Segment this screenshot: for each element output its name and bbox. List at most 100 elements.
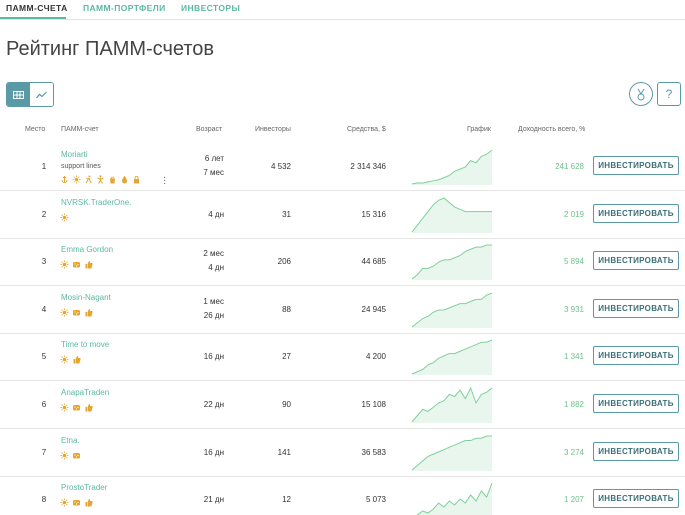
funds-amount: 44 685 [361,257,386,267]
account-age: 16 дн [180,350,224,364]
performance-sparkline[interactable] [411,148,493,186]
drop-icon [122,175,127,184]
investors-count: 4 532 [270,162,291,171]
tab-investors[interactable]: Инвесторы [181,3,240,13]
account-name-link[interactable]: Etna. [61,436,80,445]
table-row[interactable]: 4 Mosin-Nagant 1 мес 26 дн 88 24 945 3 931 ИНВЕ… [0,286,685,334]
invest-button[interactable]: ИНВЕСТИРОВАТЬ [593,489,679,509]
invest-button[interactable]: ИНВЕСТИРОВАТЬ [593,203,679,223]
cookie-icon [73,309,80,316]
cookie-icon [73,405,80,411]
medal-icon [637,88,645,100]
age-value: 21 дн [203,495,224,505]
invest-button[interactable]: ИНВЕСТИРОВАТЬ [593,298,679,318]
bag-icon [110,176,115,184]
invest-button[interactable]: ИНВЕСТИРОВАТЬ [593,394,679,413]
achievement-icons [60,213,69,222]
table-row[interactable]: 5 Time to move 16 дн 27 4 200 1 341 ИНВЕСТИРОВ… [0,333,685,382]
rank: 6 [41,400,47,409]
sparkline-area [412,388,492,423]
funds-amount: 24 945 [361,304,386,314]
invest-button[interactable]: ИНВЕСТИРОВАТЬ [593,251,679,271]
column-header-account: ПАММ-счет [61,126,99,133]
sun-icon [72,175,81,184]
rank: 2 [41,209,47,219]
cookie-icon [73,262,80,268]
help-button[interactable]: ? [657,82,681,106]
performance-sparkline[interactable] [411,434,493,472]
achievement-icons [60,175,141,184]
account-age: 16 дн [180,446,224,460]
funds-amount: 5 073 [365,495,386,505]
table-row[interactable]: 1 Moriarti support lines · · · 6 лет 7 мес 4 532… [0,143,685,191]
invest-button[interactable]: ИНВЕСТИРОВАТЬ [593,346,679,366]
account-name-link[interactable]: NVRSK.TraderOne. [61,198,131,207]
age-years: 1 мес [203,296,224,306]
invest-button[interactable]: ИНВЕСТИРОВАТЬ [593,441,679,461]
sun-icon [60,403,69,412]
account-name-link[interactable]: Mosin-Nagant [61,293,111,302]
total-yield: 1 341 [563,352,584,362]
dancer-icon [97,175,104,184]
total-yield: 241 628 [555,162,584,171]
performance-sparkline[interactable] [411,196,493,234]
chart-view-button[interactable] [30,83,53,106]
sun-icon [60,308,69,317]
table-row[interactable]: 7 Etna. 16 дн 141 36 583 3 274 ИНВЕСТИРОВАТЬ [0,429,685,477]
account-age: 21 дн [180,493,224,507]
table-row[interactable]: 8 ProstoTrader 21 дн 12 5 073 1 207 ИНВЕСТИРОВ… [0,476,685,515]
table-row[interactable]: 2 NVRSK.TraderOne. 4 дн 31 15 316 2 019 ИНВЕСТ… [0,191,685,239]
age-value: 4 дн [208,209,224,219]
sun-icon [60,498,69,507]
cookie-icon [73,500,80,506]
performance-sparkline[interactable] [411,386,493,424]
rank: 4 [41,304,47,314]
age-months: 4 дн [208,263,224,273]
performance-sparkline[interactable] [411,338,493,376]
account-name-link[interactable]: Emma Gordon [61,245,113,254]
table-view-button[interactable] [7,83,30,106]
account-age: 22 дн [180,398,224,412]
account-name-link[interactable]: Time to move [61,340,109,349]
account-name-link[interactable]: ProstoTrader [61,483,107,492]
funds-amount: 15 108 [361,400,386,409]
account-age: 4 дн [180,208,224,222]
achievement-icons [60,498,93,507]
account-name-link[interactable]: Moriarti [61,150,88,159]
table-icon [13,90,24,99]
investors-count: 88 [282,304,291,314]
rank: 3 [41,257,47,267]
lock-icon [134,175,139,184]
trend-chart-icon [36,91,47,98]
sun-icon [60,451,69,460]
sun-icon [60,260,69,269]
performance-sparkline[interactable] [411,481,493,515]
column-header-investors: Инвесторы [255,126,291,133]
funds-amount: 4 200 [365,352,386,362]
investors-count: 141 [277,447,291,457]
performance-sparkline[interactable] [411,243,493,281]
table-row[interactable]: 3 Emma Gordon 2 мес 4 дн 206 44 685 5 894 ИНВЕС… [0,238,685,287]
achievement-icons [60,260,93,269]
age-value: 22 дн [203,400,224,409]
award-filter-button[interactable] [629,82,653,106]
tab-bar: ПАММ-счета ПАММ-портфели Инвесторы [0,0,685,20]
performance-sparkline[interactable] [411,291,493,329]
more-options-icon[interactable]: · · · [163,173,166,189]
sparkline-area [412,150,492,185]
column-header-age: Возраст [196,126,223,133]
account-age: 2 мес 4 дн [180,247,224,275]
table-row[interactable]: 6 AnapaTraden 22 дн 90 15 108 1 882 ИНВЕСТИРОВ… [0,381,685,429]
sun-icon [60,213,69,222]
sparkline-area [412,435,492,471]
page-title: Рейтинг ПАММ-счетов [6,38,215,60]
sparkline-area [412,292,492,328]
anchor-icon [61,176,68,183]
column-header-yield: Доходность всего, % [518,126,586,133]
tab-pamm-accounts[interactable]: ПАММ-счета [6,3,68,13]
tab-pamm-portfolios[interactable]: ПАММ-портфели [83,3,166,13]
age-months: 26 дн [203,310,224,320]
account-name-link[interactable]: AnapaTraden [61,388,109,397]
account-age: 6 лет 7 мес [180,152,224,180]
invest-button[interactable]: ИНВЕСТИРОВАТЬ [593,156,679,175]
